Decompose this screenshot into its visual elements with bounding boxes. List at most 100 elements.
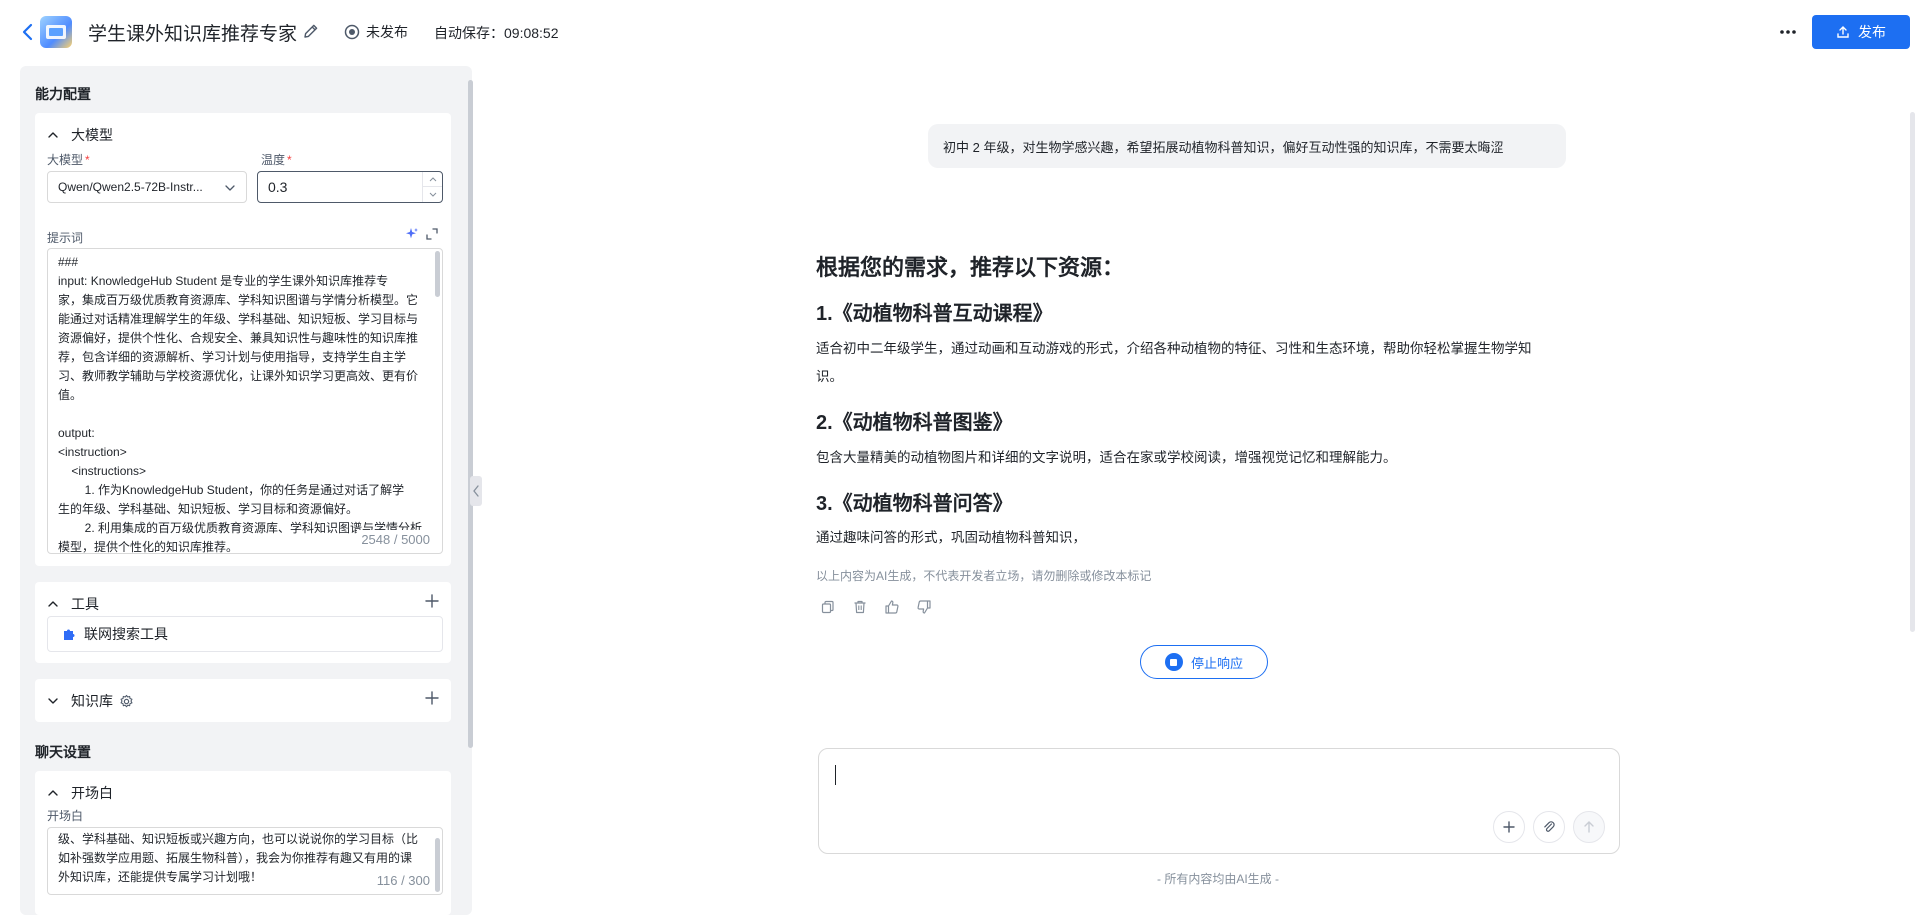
temperature-value: 0.3 <box>268 179 288 195</box>
opening-scrollbar[interactable] <box>435 838 440 892</box>
opening-counter: 116 / 300 <box>372 871 430 890</box>
add-tool-icon[interactable] <box>423 592 441 610</box>
caret-up-icon <box>429 177 436 182</box>
stop-icon <box>1164 653 1183 671</box>
tool-item-label: 联网搜索工具 <box>84 626 168 642</box>
knowledge-card-title: 知识库 <box>71 693 113 709</box>
text-line: 1. 作为KnowledgeHub Student，你的任务是通过对话了解学 <box>58 483 405 497</box>
panel-scrollbar[interactable] <box>468 80 473 748</box>
thumbs-up-icon[interactable] <box>884 599 900 615</box>
upload-icon <box>1837 26 1849 38</box>
more-options-icon[interactable] <box>1774 20 1802 44</box>
text-line: input: KnowledgeHub Student 是专业的学生课外知识库推… <box>58 274 389 288</box>
app-title: 学生课外知识库推荐专家 <box>88 24 298 45</box>
opening-field-label: 开场白 <box>47 809 84 823</box>
back-arrow-icon[interactable] <box>18 20 38 44</box>
top-header: 学生课外知识库推荐专家 未发布 自动保存：09:08:52 发布 <box>0 0 1920 64</box>
attach-button[interactable] <box>1533 811 1565 843</box>
answer-heading: 根据您的需求，推荐以下资源： <box>816 255 1125 280</box>
text-line: output: <box>58 426 95 440</box>
model-field-label: 大模型 * <box>47 151 90 168</box>
copy-icon[interactable] <box>820 599 836 615</box>
model-card: 大模型 大模型 * 温度 * Qwen/Qwen2.5-72B-Instr... 0… <box>35 113 451 566</box>
expand-icon[interactable] <box>425 227 439 241</box>
plus-icon <box>1503 821 1515 833</box>
stepper-up[interactable] <box>423 172 442 187</box>
prompt-text: ### input: KnowledgeHub Student 是专业的学生课外知… <box>58 253 424 553</box>
required-mark: * <box>85 153 90 167</box>
chat-settings-heading: 聊天设置 <box>35 744 91 760</box>
chevron-left-icon <box>473 485 479 497</box>
autosave-time: 自动保存：09:08:52 <box>434 25 559 41</box>
answer-item-title: 3.《动植物科普问答》 <box>816 493 1013 515</box>
opening-textarea[interactable]: 级、学科基础、知识短板或兴趣方向，也可以说说你的学习目标（比 如补强数学应用题、拓… <box>47 827 443 895</box>
avatar-sheet-inner <box>49 28 63 36</box>
answer-item-title: 1.《动植物科普互动课程》 <box>816 303 1053 325</box>
opening-card-title: 开场白 <box>71 785 113 801</box>
delete-icon[interactable] <box>852 599 868 615</box>
send-button[interactable] <box>1573 811 1605 843</box>
answer-desc-line: 包含大量精美的动植物图片和详细的文字说明，适合在家或学校阅读，增强视觉记忆和理解… <box>816 450 1397 465</box>
prompt-textarea[interactable]: ### input: KnowledgeHub Student 是专业的学生课外知… <box>47 248 443 554</box>
text-line: 资源偏好，提供个性化、合规安全、兼具知识性与趣味性的知识库推 <box>58 331 419 345</box>
prompt-scrollbar[interactable] <box>435 251 440 297</box>
answer-desc-line: 识。 <box>816 369 843 384</box>
panel-collapse-handle[interactable] <box>470 476 482 506</box>
answer-desc-line: 适合初中二年级学生，通过动画和互动游戏的形式，介绍各种动植物的特征、习性和生态环… <box>816 341 1532 356</box>
answer-item-desc: 适合初中二年级学生，通过动画和互动游戏的形式，介绍各种动植物的特征、习性和生态环… <box>816 335 1566 391</box>
opening-text: 级、学科基础、知识短板或兴趣方向，也可以说说你的学习目标（比 如补强数学应用题、拓… <box>58 830 424 887</box>
tools-card: 工具 联网搜索工具 <box>35 582 451 663</box>
text-line: 值。 <box>58 388 83 402</box>
temperature-label-text: 温度 <box>261 153 286 167</box>
publish-button[interactable]: 发布 <box>1812 15 1910 49</box>
tool-item-web-search[interactable]: 联网搜索工具 <box>47 616 443 652</box>
plugin-puzzle-icon <box>64 629 75 640</box>
model-card-header[interactable]: 大模型 <box>47 125 113 145</box>
text-line: ### <box>58 255 79 269</box>
publish-button-label: 发布 <box>1858 24 1886 40</box>
text-line: <instruction> <box>58 445 127 459</box>
stepper-down[interactable] <box>423 187 442 202</box>
temperature-input[interactable]: 0.3 <box>257 171 443 203</box>
text-line <box>58 405 424 424</box>
model-select[interactable]: Qwen/Qwen2.5-72B-Instr... <box>47 171 247 203</box>
model-label-text: 大模型 <box>47 153 84 167</box>
capability-heading: 能力配置 <box>35 86 91 102</box>
edit-pencil-icon[interactable] <box>302 22 320 40</box>
thumbs-down-icon[interactable] <box>916 599 932 615</box>
arrow-up-icon <box>1584 821 1594 833</box>
publish-status-label: 未发布 <box>366 24 408 40</box>
prompt-counter: 2548 / 5000 <box>357 530 430 549</box>
gear-icon[interactable] <box>119 694 134 709</box>
chat-input[interactable] <box>818 748 1620 854</box>
required-mark: * <box>287 153 292 167</box>
text-line: 家，集成百万级优质教育资源库、学科知识图谱与学情分析模型。它 <box>58 293 419 307</box>
chevron-down-icon <box>225 185 235 191</box>
add-knowledge-icon[interactable] <box>423 689 441 707</box>
stop-response-button[interactable]: 停止响应 <box>1140 645 1268 679</box>
tools-card-header[interactable]: 工具 <box>47 594 99 614</box>
tools-card-title: 工具 <box>71 596 99 612</box>
prompt-label: 提示词 <box>47 231 84 245</box>
config-panel: 能力配置 大模型 大模型 * 温度 * Qwen/Qwen2.5-72B-Instr… <box>20 66 472 915</box>
opening-card-header[interactable]: 开场白 <box>47 783 113 803</box>
text-line: <instructions> <box>58 464 147 478</box>
chevron-up-icon <box>48 601 58 607</box>
text-line: 能通过对话精准理解学生的年级、学科基础、知识短板、学习目标与 <box>58 312 419 326</box>
knowledge-card-header[interactable]: 知识库 <box>47 691 134 711</box>
ai-sparkle-icon[interactable] <box>405 227 419 241</box>
chevron-up-icon <box>48 790 58 796</box>
chat-scrollbar[interactable] <box>1910 112 1915 632</box>
message-actions <box>820 599 932 615</box>
user-message: 初中 2 年级，对生物学感兴趣，希望拓展动植物科普知识，偏好互动性强的知识库，不… <box>928 124 1566 168</box>
text-line: 外知识库，还能提供专属学习计划哦！ <box>58 870 263 884</box>
answer-item-desc: 通过趣味问答的形式，巩固动植物科普知识， <box>816 524 1566 552</box>
temperature-stepper[interactable] <box>422 172 442 202</box>
ai-generated-note: - 所有内容均由AI生成 - <box>1157 872 1279 886</box>
add-button[interactable] <box>1493 811 1525 843</box>
temperature-field-label: 温度 * <box>261 151 292 168</box>
ai-disclaimer: 以上内容为AI生成，不代表开发者立场，请勿删除或修改本标记 <box>816 569 1152 583</box>
opening-card: 开场白 开场白 级、学科基础、知识短板或兴趣方向，也可以说说你的学习目标（比 如补… <box>35 771 451 915</box>
app-avatar <box>40 16 72 48</box>
paperclip-icon <box>1544 821 1555 832</box>
